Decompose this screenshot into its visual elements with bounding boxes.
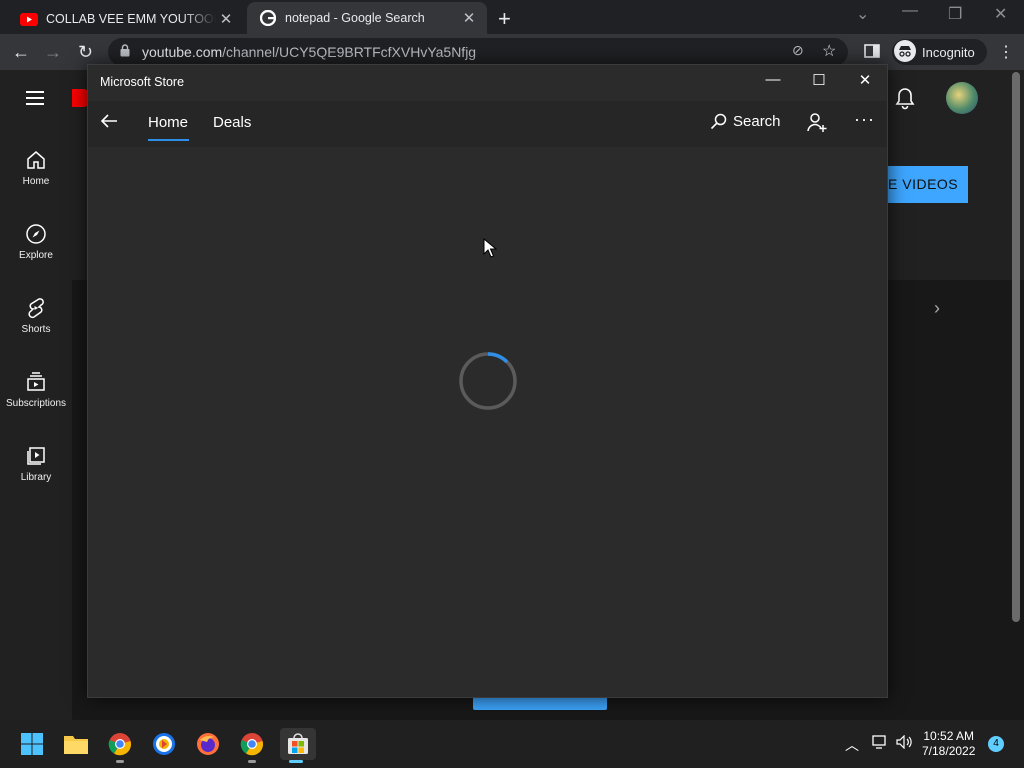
incognito-label: Incognito	[922, 44, 975, 60]
channel-action-button[interactable]: E VIDEOS	[886, 166, 968, 203]
home-icon	[27, 151, 45, 169]
microsoft-store-window: Microsoft Store — ☐ ✕ Home Deals Search …	[87, 64, 888, 698]
sidebar-item-subscriptions[interactable]: Subscriptions	[0, 370, 72, 409]
windows-taskbar: ︿ 10:52 AM 7/18/2022 4	[0, 720, 1024, 768]
active-tab-indicator	[148, 139, 189, 141]
youtube-button-partial[interactable]	[473, 697, 607, 710]
tab-youtube[interactable]: COLLAB VEE EMM YOUTOOB - YouTube ✕	[8, 4, 244, 34]
close-tab-icon[interactable]: ✕	[459, 9, 479, 27]
sidebar-item-shorts[interactable]: Shorts	[0, 296, 72, 335]
microsoft-store-icon[interactable]	[280, 728, 316, 763]
tab-title: COLLAB VEE EMM YOUTOOB - YouTube	[46, 12, 216, 26]
system-clock[interactable]: 10:52 AM 7/18/2022	[922, 729, 975, 759]
file-explorer-icon[interactable]	[60, 728, 92, 760]
tab-title: notepad - Google Search	[285, 11, 425, 25]
network-icon[interactable]	[872, 735, 888, 752]
sidebar-item-label: Subscriptions	[5, 398, 67, 409]
more-options-icon[interactable]: ···	[854, 109, 875, 130]
notifications-bell-icon[interactable]	[894, 86, 916, 115]
library-icon	[27, 447, 45, 465]
maximize-icon[interactable]: ☐	[804, 71, 834, 89]
store-navigation: Home Deals Search ···	[88, 101, 887, 147]
back-arrow-icon[interactable]	[100, 113, 118, 134]
tab-deals[interactable]: Deals	[213, 114, 251, 131]
bookmark-star-icon[interactable]: ☆	[822, 41, 836, 61]
incognito-icon	[894, 39, 916, 65]
tracking-off-icon[interactable]: ⊘	[792, 42, 804, 59]
mouse-pointer-icon	[483, 238, 497, 258]
shorts-icon	[28, 298, 44, 319]
firefox-icon[interactable]	[192, 728, 224, 760]
compass-icon	[26, 224, 46, 244]
url-domain: youtube.com	[142, 44, 223, 60]
window-title: Microsoft Store	[100, 75, 185, 89]
sidebar-item-label: Explore	[19, 250, 53, 261]
tab-home[interactable]: Home	[148, 114, 188, 131]
lock-icon	[120, 44, 130, 62]
loading-spinner	[458, 351, 518, 411]
address-bar[interactable]: youtube.com/channel/UCY5QE9BRTFcfXVHvYa5…	[108, 38, 848, 66]
sidebar-item-explore[interactable]: Explore	[0, 222, 72, 261]
chrome-icon[interactable]	[236, 728, 268, 763]
sidebar-item-label: Library	[20, 472, 52, 483]
close-window-icon[interactable]: ✕	[994, 4, 1007, 24]
search-button[interactable]: Search	[710, 113, 781, 130]
close-icon[interactable]: ✕	[850, 71, 880, 89]
youtube-icon	[20, 10, 38, 28]
search-icon	[710, 113, 727, 130]
sidebar-item-library[interactable]: Library	[0, 444, 72, 483]
close-tab-icon[interactable]: ✕	[216, 10, 236, 28]
sidebar-item-label: Home	[22, 176, 50, 187]
minimize-icon[interactable]: —	[902, 2, 918, 20]
back-icon[interactable]: ←	[12, 42, 30, 63]
youtube-sidebar: Home Explore Shorts Subscriptions Librar…	[0, 70, 72, 720]
new-tab-icon[interactable]: +	[498, 6, 511, 32]
url-path: /channel/UCY5QE9BRTFcfXVHvYa5Nfjg	[222, 44, 477, 60]
brave-icon[interactable]	[148, 728, 180, 760]
incognito-indicator[interactable]: Incognito	[892, 39, 987, 65]
chrome-icon[interactable]	[104, 728, 136, 763]
clock-date: 7/18/2022	[922, 744, 976, 758]
minimize-icon[interactable]: —	[758, 71, 788, 88]
reload-icon[interactable]: ↻	[78, 42, 93, 63]
sidebar-item-label: Shorts	[21, 324, 51, 335]
tab-google-search[interactable]: notepad - Google Search ✕	[247, 2, 487, 34]
tab-search-icon[interactable]: ⌄	[856, 4, 869, 24]
subscriptions-icon	[27, 372, 45, 391]
sidebar-item-home[interactable]: Home	[0, 148, 72, 187]
hamburger-menu-icon[interactable]	[26, 90, 46, 111]
browser-menu-icon[interactable]: ⋮	[998, 42, 1014, 62]
restore-icon[interactable]: ❐	[948, 4, 962, 24]
side-panel-icon[interactable]	[864, 43, 880, 64]
chevron-up-icon[interactable]: ︿	[845, 735, 859, 755]
google-icon	[259, 9, 277, 27]
start-icon[interactable]	[16, 728, 48, 760]
notification-badge[interactable]: 4	[988, 736, 1004, 752]
clock-time: 10:52 AM	[923, 729, 975, 743]
page-scrollbar[interactable]	[1012, 72, 1020, 622]
avatar[interactable]	[946, 82, 978, 114]
browser-tab-strip: COLLAB VEE EMM YOUTOOB - YouTube ✕ notep…	[0, 0, 1024, 34]
account-add-icon[interactable]	[806, 112, 828, 139]
chevron-right-icon[interactable]: ›	[934, 298, 940, 319]
youtube-logo[interactable]	[72, 89, 88, 107]
forward-icon[interactable]: →	[44, 42, 62, 63]
search-label: Search	[733, 113, 781, 130]
volume-icon[interactable]	[896, 734, 914, 752]
